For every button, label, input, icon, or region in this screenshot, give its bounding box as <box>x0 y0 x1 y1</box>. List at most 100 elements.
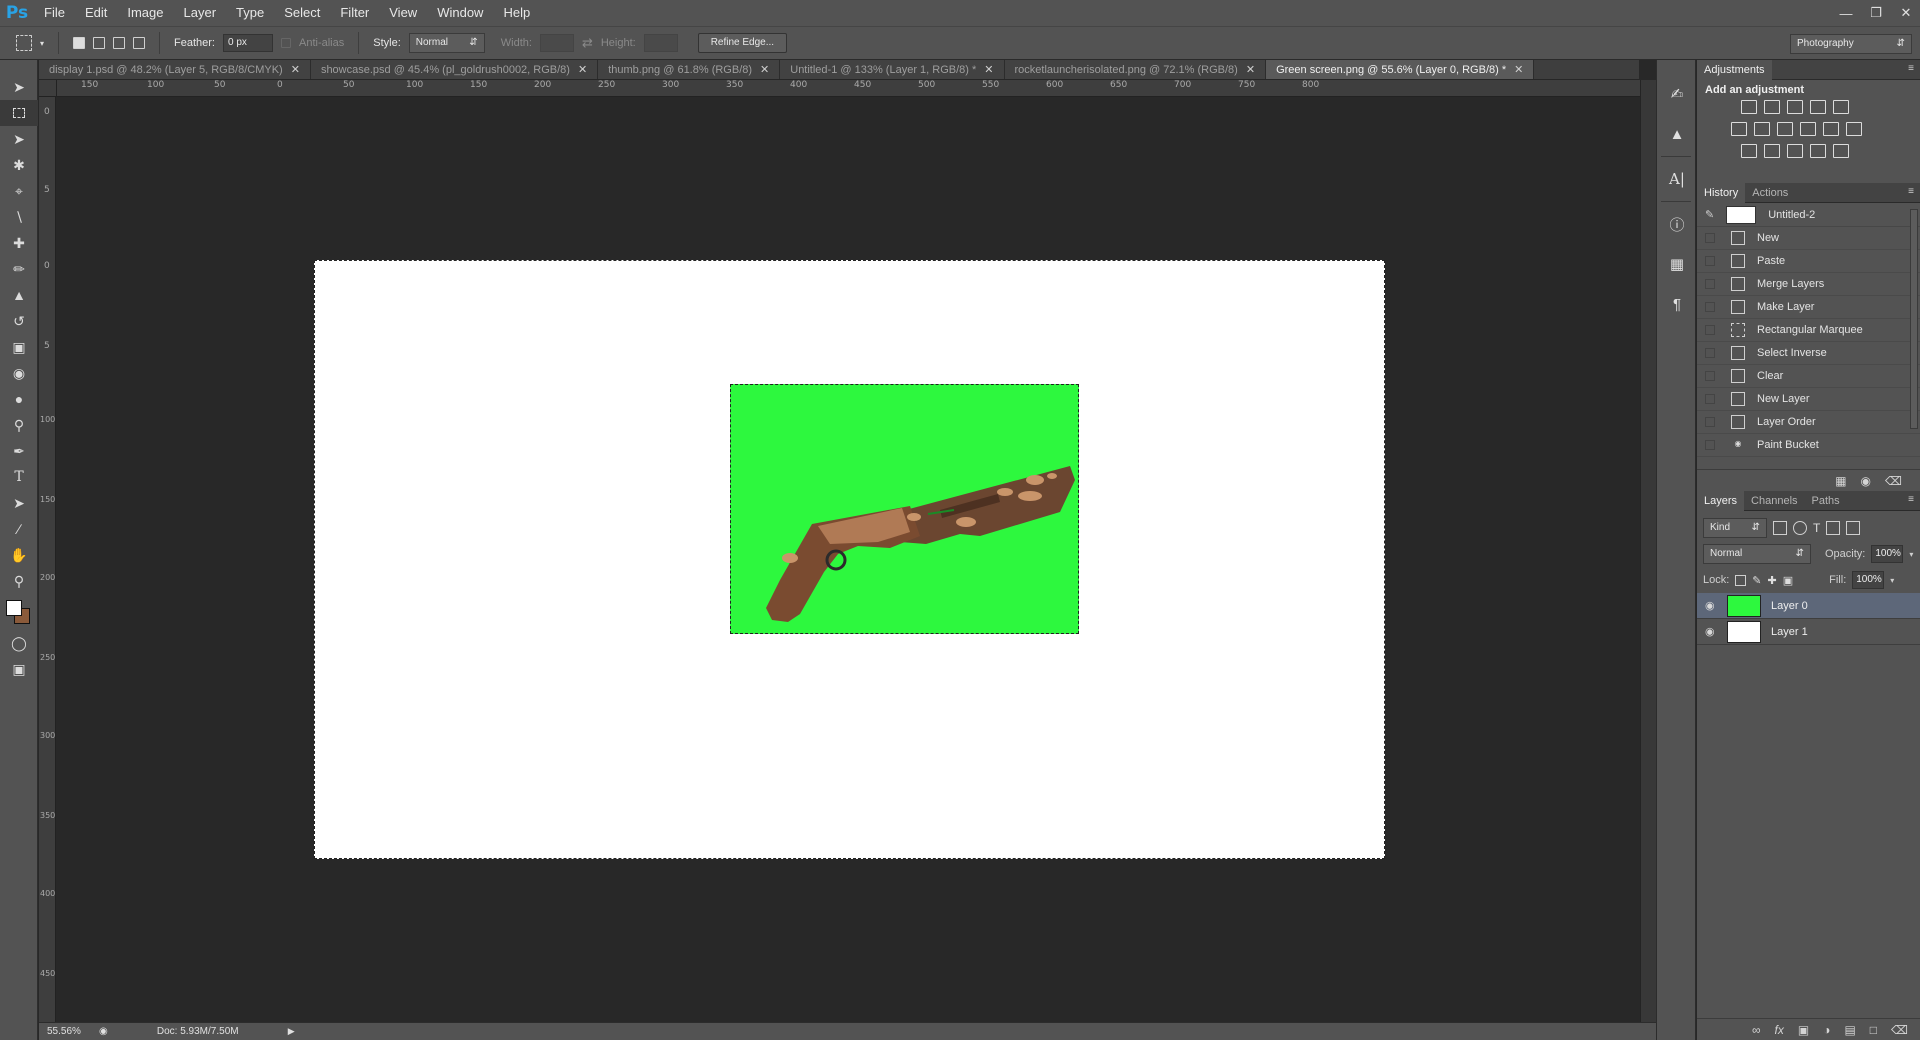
lock-pixels-icon[interactable]: ✎ <box>1752 574 1761 587</box>
tab-untitled-1[interactable]: Untitled-1 @ 133% (Layer 1, RGB/8) * ✕ <box>780 60 1005 79</box>
width-input[interactable] <box>539 34 574 52</box>
menu-filter[interactable]: Filter <box>330 0 379 26</box>
history-checkbox[interactable] <box>1705 394 1715 404</box>
history-snapshot[interactable]: ✎ Untitled-2 <box>1697 203 1920 227</box>
history-item[interactable]: New <box>1697 227 1920 250</box>
menu-edit[interactable]: Edit <box>75 0 117 26</box>
history-brush-tool-icon[interactable]: ↺ <box>0 308 38 334</box>
swap-icon[interactable]: ⇄ <box>582 35 593 51</box>
minimize-icon[interactable]: — <box>1838 6 1854 21</box>
pixel-filter-icon[interactable] <box>1773 521 1787 535</box>
link-layers-icon[interactable]: ∞ <box>1752 1023 1761 1037</box>
fill-input[interactable]: 100% <box>1852 571 1885 589</box>
hue-saturation-icon[interactable] <box>1731 122 1747 136</box>
black-white-icon[interactable] <box>1777 122 1793 136</box>
trash-icon[interactable]: ⌫ <box>1885 474 1902 488</box>
tab-green-screen[interactable]: Green screen.png @ 55.6% (Layer 0, RGB/8… <box>1266 60 1535 79</box>
trash-icon[interactable]: ⌫ <box>1891 1023 1908 1037</box>
history-item[interactable]: Layer Order <box>1697 411 1920 434</box>
hand-tool-icon[interactable]: ✋ <box>0 542 38 568</box>
dock-grip[interactable] <box>1657 60 1695 74</box>
layer-name[interactable]: Layer 0 <box>1771 600 1808 612</box>
tab-layers[interactable]: Layers <box>1697 490 1745 511</box>
opacity-input[interactable]: 100% <box>1871 545 1904 563</box>
tab-showcase[interactable]: showcase.psd @ 45.4% (pl_goldrush0002, R… <box>310 60 599 79</box>
history-item[interactable]: ◉ Paint Bucket <box>1697 434 1920 457</box>
layer-row-layer-1[interactable]: ◉ Layer 1 <box>1697 619 1920 645</box>
menu-layer[interactable]: Layer <box>174 0 227 26</box>
menu-file[interactable]: File <box>34 0 75 26</box>
magic-wand-tool-icon[interactable]: ✱ <box>0 152 38 178</box>
menu-view[interactable]: View <box>379 0 427 26</box>
lock-all-icon[interactable]: ▣ <box>1783 574 1793 587</box>
anti-alias-checkbox[interactable] <box>280 38 291 48</box>
levels-icon[interactable] <box>1764 100 1780 114</box>
screen-mode-icon[interactable]: ▣ <box>0 656 38 682</box>
new-document-from-state-icon[interactable]: ▦ <box>1835 474 1846 488</box>
history-item[interactable]: Paste <box>1697 250 1920 273</box>
crop-tool-icon[interactable]: ⌖ <box>0 178 38 204</box>
history-checkbox[interactable] <box>1705 302 1715 312</box>
chevron-down-icon[interactable]: ▾ <box>1890 576 1894 585</box>
status-info-icon[interactable]: ◉ <box>99 1026 108 1037</box>
panel-menu-icon[interactable]: ≡ <box>1908 186 1914 197</box>
history-item[interactable]: Merge Layers <box>1697 273 1920 296</box>
marquee-preset-icon[interactable] <box>16 35 32 51</box>
history-checkbox[interactable] <box>1705 325 1715 335</box>
move-tool-icon[interactable]: ➤ <box>0 74 38 100</box>
new-layer-icon[interactable]: □ <box>1870 1023 1877 1037</box>
new-selection-icon[interactable] <box>73 37 86 49</box>
eye-icon[interactable]: ◉ <box>1705 625 1719 638</box>
menu-image[interactable]: Image <box>117 0 173 26</box>
pen-tool-icon[interactable]: ✒ <box>0 438 38 464</box>
tab-history[interactable]: History <box>1697 182 1746 203</box>
zoom-level[interactable]: 55.56% <box>47 1026 89 1037</box>
history-checkbox[interactable] <box>1705 371 1715 381</box>
photo-filter-icon[interactable] <box>1800 122 1816 136</box>
tab-adjustments[interactable]: Adjustments <box>1697 59 1772 80</box>
selective-color-icon[interactable] <box>1810 144 1826 158</box>
feather-input[interactable]: 0 px <box>222 34 273 52</box>
posterize-icon[interactable] <box>1764 144 1780 158</box>
dodge-tool-icon[interactable]: ⚲ <box>0 412 38 438</box>
gradient-map-icon[interactable] <box>1833 144 1849 158</box>
tab-paths[interactable]: Paths <box>1805 491 1847 511</box>
lasso-tool-icon[interactable]: ➤ <box>0 126 38 152</box>
menu-help[interactable]: Help <box>493 0 540 26</box>
marquee-tool-icon[interactable] <box>0 100 38 126</box>
history-checkbox[interactable] <box>1705 348 1715 358</box>
status-menu-arrow-icon[interactable]: ▶ <box>288 1026 295 1037</box>
clone-source-icon[interactable]: ▲ <box>1657 114 1697 154</box>
history-checkbox[interactable] <box>1705 440 1715 450</box>
menu-type[interactable]: Type <box>226 0 274 26</box>
brush-tool-icon[interactable]: ✏ <box>0 256 38 282</box>
properties-icon[interactable]: ▦ <box>1657 244 1697 284</box>
invert-icon[interactable] <box>1741 144 1757 158</box>
brush-presets-icon[interactable]: ✍ <box>1657 74 1697 114</box>
close-icon[interactable]: ✕ <box>760 60 769 79</box>
workspace-select[interactable]: Photography ⇵ <box>1790 34 1912 54</box>
new-adjustment-layer-icon[interactable]: ◑ <box>1823 1023 1830 1037</box>
menu-select[interactable]: Select <box>274 0 330 26</box>
history-item[interactable]: Rectangular Marquee <box>1697 319 1920 342</box>
eye-icon[interactable]: ◉ <box>1705 599 1719 612</box>
clone-stamp-tool-icon[interactable]: ▲ <box>0 282 38 308</box>
vertical-ruler[interactable]: 0 5 0 5 100 150 200 250 300 350 400 450 <box>39 97 56 1022</box>
path-selection-tool-icon[interactable]: ➤ <box>0 490 38 516</box>
channel-mixer-icon[interactable] <box>1823 122 1839 136</box>
type-filter-icon[interactable]: T <box>1813 521 1820 535</box>
history-checkbox[interactable] <box>1705 233 1715 243</box>
tab-channels[interactable]: Channels <box>1744 491 1804 511</box>
history-checkbox[interactable] <box>1705 279 1715 289</box>
foreground-color-swatch[interactable] <box>6 600 22 616</box>
threshold-icon[interactable] <box>1787 144 1803 158</box>
tab-rocketlauncher[interactable]: rocketlauncherisolated.png @ 72.1% (RGB/… <box>1004 60 1267 79</box>
history-checkbox[interactable] <box>1705 417 1715 427</box>
info-icon[interactable]: ⓘ <box>1657 204 1697 244</box>
close-icon[interactable]: ✕ <box>1246 60 1255 79</box>
vertical-scrollbar[interactable] <box>1640 80 1656 1022</box>
eyedropper-tool-icon[interactable]: ∖ <box>0 204 38 230</box>
history-item[interactable]: Clear <box>1697 365 1920 388</box>
history-brush-source-icon[interactable]: ✎ <box>1705 208 1714 221</box>
restore-icon[interactable]: ❐ <box>1868 5 1884 21</box>
